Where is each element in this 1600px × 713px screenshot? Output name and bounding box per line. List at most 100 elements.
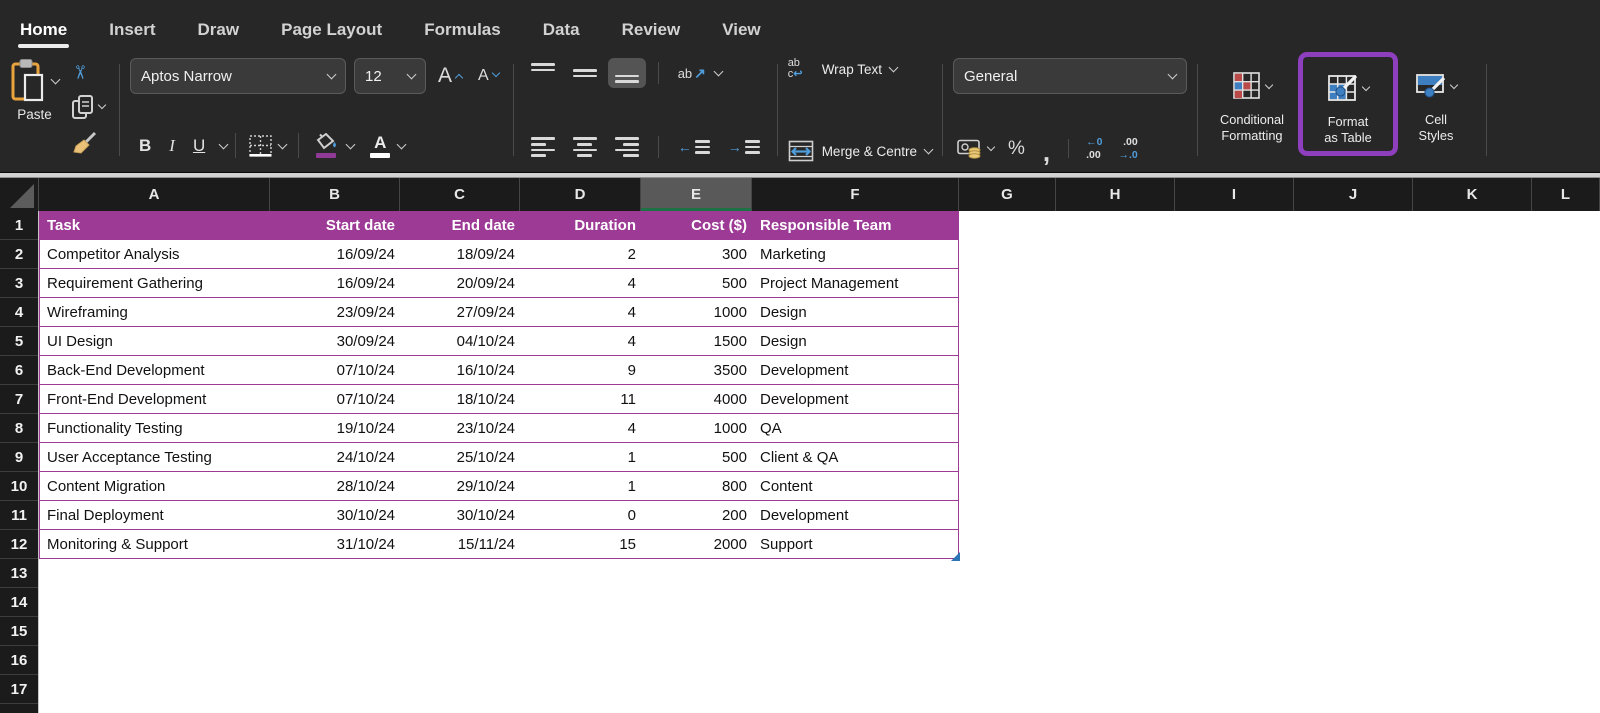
font-color-chevron[interactable]: [396, 139, 407, 149]
tab-page-layout[interactable]: Page Layout: [281, 20, 382, 44]
table-cell[interactable]: 2000: [642, 530, 753, 558]
row-header-14[interactable]: 14: [0, 588, 38, 617]
table-cell[interactable]: 31/10/24: [271, 530, 401, 558]
table-cell[interactable]: 1500: [642, 327, 753, 355]
table-cell[interactable]: Content: [753, 472, 960, 500]
column-header-I[interactable]: I: [1175, 178, 1294, 211]
table-cell[interactable]: 2: [521, 240, 642, 268]
table-cell[interactable]: Development: [753, 385, 960, 413]
table-cell[interactable]: Requirement Gathering: [40, 269, 271, 297]
table-cell[interactable]: 16/10/24: [401, 356, 521, 384]
table-cell[interactable]: 24/10/24: [271, 443, 401, 471]
row-header-15[interactable]: 15: [0, 617, 38, 646]
font-name-select[interactable]: Aptos Narrow: [130, 58, 346, 94]
column-header-K[interactable]: K: [1413, 178, 1532, 211]
row-header-6[interactable]: 6: [0, 356, 38, 385]
wrap-text-button[interactable]: ab c↩ Wrap Text: [788, 58, 932, 80]
format-painter-button[interactable]: [67, 128, 109, 158]
align-top-button[interactable]: [524, 58, 562, 88]
column-header-C[interactable]: C: [400, 178, 520, 211]
table-cell[interactable]: Development: [753, 501, 960, 529]
table-cell[interactable]: 800: [642, 472, 753, 500]
underline-chevron[interactable]: [218, 139, 229, 149]
row-header-11[interactable]: 11: [0, 501, 38, 530]
format-as-table-button[interactable]: Format as Table: [1305, 60, 1391, 145]
row-header-12[interactable]: 12: [0, 530, 38, 559]
table-cell[interactable]: 500: [642, 443, 753, 471]
table-cell[interactable]: 07/10/24: [271, 356, 401, 384]
tab-formulas[interactable]: Formulas: [424, 20, 501, 44]
cut-button[interactable]: ✂: [67, 60, 109, 85]
table-cell[interactable]: 11: [521, 385, 642, 413]
table-cell[interactable]: UI Design: [40, 327, 271, 355]
paste-button[interactable]: Paste: [10, 58, 61, 162]
table-cell[interactable]: 200: [642, 501, 753, 529]
borders-button[interactable]: [244, 131, 290, 161]
table-cell[interactable]: 1000: [642, 298, 753, 326]
sheet-canvas[interactable]: Task Start date End date Duration Cost ($) Re…: [39, 211, 1600, 713]
table-cell[interactable]: Project Management: [753, 269, 960, 297]
table-cell[interactable]: 29/10/24: [401, 472, 521, 500]
column-header-F[interactable]: F: [752, 178, 959, 211]
row-header-5[interactable]: 5: [0, 327, 38, 356]
font-color-button[interactable]: A: [364, 130, 409, 162]
row-header-9[interactable]: 9: [0, 443, 38, 472]
conditional-formatting-chevron[interactable]: [1264, 80, 1274, 89]
table-cell[interactable]: Development: [753, 356, 960, 384]
table-cell[interactable]: 4: [521, 298, 642, 326]
table-cell[interactable]: Final Deployment: [40, 501, 271, 529]
align-left-button[interactable]: [524, 132, 562, 162]
row-header-16[interactable]: 16: [0, 646, 38, 675]
table-cell[interactable]: 9: [521, 356, 642, 384]
increase-font-size-button[interactable]: A: [434, 61, 466, 91]
table-cell[interactable]: 30/10/24: [401, 501, 521, 529]
table-header-cell[interactable]: Task: [40, 211, 271, 240]
table-header-cell[interactable]: Duration: [521, 211, 642, 240]
table-cell[interactable]: Support: [753, 530, 960, 558]
table-cell[interactable]: QA: [753, 414, 960, 442]
table-cell[interactable]: 16/09/24: [271, 269, 401, 297]
copy-button[interactable]: [67, 91, 109, 123]
table-cell[interactable]: Front-End Development: [40, 385, 271, 413]
table-cell[interactable]: 27/09/24: [401, 298, 521, 326]
decrease-font-size-button[interactable]: A: [474, 64, 503, 88]
align-right-button[interactable]: [608, 132, 646, 162]
column-header-H[interactable]: H: [1056, 178, 1175, 211]
row-header-8[interactable]: 8: [0, 414, 38, 443]
align-middle-button[interactable]: [566, 58, 604, 88]
table-cell[interactable]: 4: [521, 327, 642, 355]
column-header-A[interactable]: A: [39, 178, 270, 211]
table-cell[interactable]: Content Migration: [40, 472, 271, 500]
orientation-chevron[interactable]: [713, 66, 724, 77]
tab-view[interactable]: View: [722, 20, 760, 44]
table-cell[interactable]: 16/09/24: [271, 240, 401, 268]
column-header-E[interactable]: E: [641, 178, 752, 211]
table-cell[interactable]: Monitoring & Support: [40, 530, 271, 558]
decrease-decimal-button[interactable]: .00 →.0: [1111, 136, 1144, 160]
table-cell[interactable]: 3500: [642, 356, 753, 384]
row-header-7[interactable]: 7: [0, 385, 38, 414]
table-cell[interactable]: Marketing: [753, 240, 960, 268]
accounting-format-button[interactable]: [953, 135, 998, 162]
table-header-cell[interactable]: Start date: [271, 211, 401, 240]
table-cell[interactable]: Competitor Analysis: [40, 240, 271, 268]
table-cell[interactable]: 15/11/24: [401, 530, 521, 558]
table-cell[interactable]: 20/09/24: [401, 269, 521, 297]
tab-draw[interactable]: Draw: [198, 20, 240, 44]
row-header-3[interactable]: 3: [0, 269, 38, 298]
underline-button[interactable]: U: [184, 134, 214, 158]
table-cell[interactable]: Wireframing: [40, 298, 271, 326]
table-cell[interactable]: 4: [521, 269, 642, 297]
bold-button[interactable]: B: [130, 134, 160, 158]
italic-button[interactable]: I: [160, 134, 184, 158]
table-cell[interactable]: Back-End Development: [40, 356, 271, 384]
column-header-L[interactable]: L: [1532, 178, 1600, 211]
tab-insert[interactable]: Insert: [109, 20, 155, 44]
increase-indent-button[interactable]: →: [721, 134, 767, 160]
table-header-cell[interactable]: Responsible Team: [753, 211, 960, 240]
align-center-button[interactable]: [566, 132, 604, 162]
table-cell[interactable]: 4000: [642, 385, 753, 413]
paste-dropdown-chevron[interactable]: [50, 74, 61, 85]
table-header-cell[interactable]: Cost ($): [642, 211, 753, 240]
wrap-text-chevron[interactable]: [888, 62, 899, 73]
